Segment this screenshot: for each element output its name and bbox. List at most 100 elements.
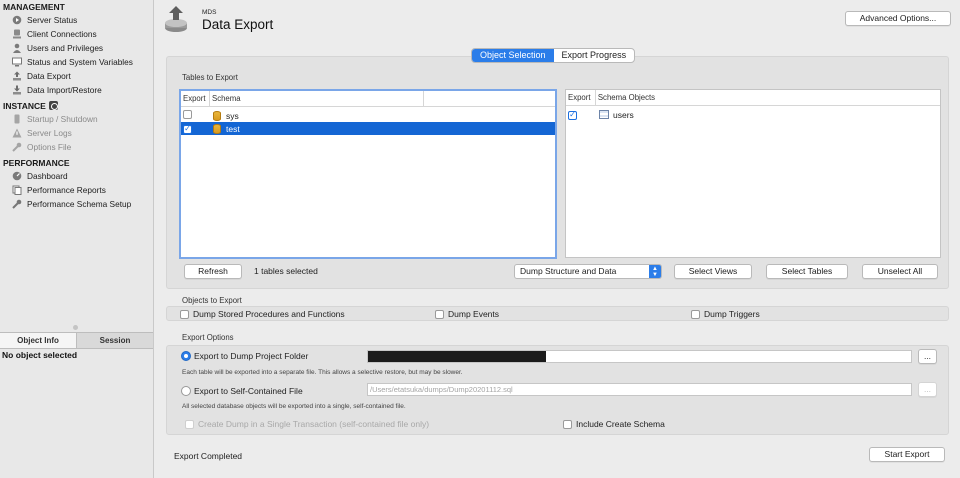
- navigator-sidebar: MANAGEMENT Server Status Client Connecti…: [0, 0, 154, 478]
- nav-performance-reports-label: Performance Reports: [27, 185, 106, 195]
- connection-name: MDS: [202, 9, 217, 16]
- include-create-schema-label: Include Create Schema: [576, 419, 665, 429]
- export-to-file-option[interactable]: Export to Self-Contained File: [181, 386, 303, 396]
- dump-stored-procs-checkbox[interactable]: [180, 309, 189, 319]
- col-export[interactable]: Export: [181, 91, 210, 106]
- unselect-all-button[interactable]: Unselect All: [862, 264, 938, 279]
- data-export-panel: MDS Data Export Advanced Options... Obje…: [155, 0, 960, 478]
- wrench-icon: [12, 142, 22, 152]
- schema-sys-checkbox[interactable]: [183, 110, 192, 119]
- dump-file-path-field[interactable]: /Users/etatsuka/dumps/Dump20201112.sql: [367, 383, 912, 396]
- nav-client-connections[interactable]: Client Connections: [0, 27, 153, 41]
- warning-icon: [12, 128, 22, 138]
- nav-server-logs-label: Server Logs: [27, 128, 72, 138]
- single-transaction-checkbox[interactable]: [185, 419, 194, 429]
- col-export[interactable]: Export: [566, 90, 596, 105]
- dump-triggers-checkbox[interactable]: [691, 309, 700, 319]
- instance-header: INSTANCE: [0, 100, 153, 112]
- nav-data-export[interactable]: Data Export: [0, 69, 153, 83]
- tab-object-info[interactable]: Object Info: [0, 333, 77, 348]
- export-status-text: Export Completed: [174, 451, 243, 461]
- dump-mode-select[interactable]: Dump Structure and Data ▲ ▼: [514, 264, 662, 279]
- tab-export-progress[interactable]: Export Progress: [554, 49, 635, 62]
- nav-users-privileges-label: Users and Privileges: [27, 43, 104, 53]
- nav-data-import-label: Data Import/Restore: [27, 85, 102, 95]
- col-schema-objects[interactable]: Schema Objects: [596, 90, 940, 105]
- schema-name: sys: [226, 110, 239, 121]
- dump-events-option[interactable]: Dump Events: [435, 309, 499, 319]
- include-create-schema-option[interactable]: Include Create Schema: [563, 419, 665, 429]
- schema-setup-icon: [12, 199, 22, 209]
- sidebar-info-tabs: Object Info Session: [0, 332, 153, 349]
- schema-table-header: Export Schema: [181, 91, 555, 107]
- col-schema[interactable]: Schema: [210, 91, 424, 106]
- instance-title: INSTANCE: [3, 101, 46, 111]
- tab-object-selection[interactable]: Object Selection: [472, 49, 554, 62]
- nav-users-privileges[interactable]: Users and Privileges: [0, 41, 153, 55]
- nav-performance-schema-setup[interactable]: Performance Schema Setup: [0, 197, 153, 211]
- dump-stored-procs-label: Dump Stored Procedures and Functions: [193, 309, 345, 319]
- start-export-button[interactable]: Start Export: [869, 447, 945, 462]
- nav-status-variables[interactable]: Status and System Variables: [0, 55, 153, 69]
- export-to-folder-radio[interactable]: [181, 351, 191, 361]
- redacted-path: [368, 351, 546, 362]
- nav-startup-shutdown[interactable]: Startup / Shutdown: [0, 112, 153, 126]
- refresh-button[interactable]: Refresh: [184, 264, 242, 279]
- schema-test-checkbox[interactable]: ✓: [183, 124, 192, 134]
- tab-session[interactable]: Session: [77, 333, 153, 348]
- sidebar-splitter-handle[interactable]: [73, 325, 78, 330]
- nav-server-logs[interactable]: Server Logs: [0, 126, 153, 140]
- browse-folder-button[interactable]: ...: [918, 349, 937, 364]
- schema-name: test: [226, 123, 240, 134]
- objects-to-export-label: Objects to Export: [182, 296, 242, 305]
- nav-data-import[interactable]: Data Import/Restore: [0, 83, 153, 97]
- nav-dashboard-label: Dashboard: [27, 171, 68, 181]
- include-create-schema-checkbox[interactable]: [563, 419, 572, 429]
- nav-performance-reports[interactable]: Performance Reports: [0, 183, 153, 197]
- instance-status-icon: [48, 101, 58, 110]
- nav-server-status-label: Server Status: [27, 15, 78, 25]
- nav-data-export-label: Data Export: [27, 71, 71, 81]
- select-tables-button[interactable]: Select Tables: [766, 264, 848, 279]
- select-views-button[interactable]: Select Views: [674, 264, 752, 279]
- schema-objects-table[interactable]: Export Schema Objects ✓ users: [565, 89, 941, 258]
- table-icon: [599, 110, 609, 119]
- schema-row-test[interactable]: ✓ test: [181, 122, 555, 135]
- monitor-icon: [12, 57, 22, 67]
- nav-server-status[interactable]: Server Status: [0, 13, 153, 27]
- dump-stored-procs-option[interactable]: Dump Stored Procedures and Functions: [180, 309, 345, 319]
- schema-table[interactable]: Export Schema sys ✓ test: [179, 89, 557, 259]
- dump-triggers-label: Dump Triggers: [704, 309, 760, 319]
- dashboard-icon: [12, 171, 22, 181]
- advanced-options-button[interactable]: Advanced Options...: [845, 11, 951, 26]
- nav-client-connections-label: Client Connections: [27, 29, 97, 39]
- nav-startup-shutdown-label: Startup / Shutdown: [27, 114, 98, 124]
- client-connections-icon: [12, 29, 22, 39]
- dump-mode-value: Dump Structure and Data: [520, 266, 617, 276]
- schema-row-sys[interactable]: sys: [181, 109, 555, 122]
- dump-file-path-value: /Users/etatsuka/dumps/Dump20201112.sql: [370, 385, 513, 394]
- dump-folder-path-field[interactable]: [367, 350, 912, 363]
- object-name: users: [613, 109, 634, 120]
- export-to-folder-option[interactable]: Export to Dump Project Folder: [181, 351, 308, 361]
- single-transaction-option[interactable]: Create Dump in a Single Transaction (sel…: [185, 419, 429, 429]
- object-info-text: No object selected: [2, 350, 78, 360]
- object-users-checkbox[interactable]: ✓: [568, 110, 577, 120]
- export-to-file-radio[interactable]: [181, 386, 191, 396]
- folder-hint: Each table will be exported into a separ…: [182, 369, 463, 376]
- dump-triggers-option[interactable]: Dump Triggers: [691, 309, 760, 319]
- nav-options-file[interactable]: Options File: [0, 140, 153, 154]
- server-status-icon: [12, 15, 22, 25]
- single-transaction-label: Create Dump in a Single Transaction (sel…: [198, 419, 430, 429]
- nav-dashboard[interactable]: Dashboard: [0, 169, 153, 183]
- tables-selected-count: 1 tables selected: [254, 266, 318, 276]
- user-icon: [12, 43, 22, 53]
- database-icon: [213, 110, 221, 121]
- performance-header: PERFORMANCE: [3, 158, 70, 168]
- chevron-updown-icon: ▲ ▼: [649, 265, 661, 278]
- export-to-file-label: Export to Self-Contained File: [194, 386, 303, 396]
- dump-events-checkbox[interactable]: [435, 309, 444, 319]
- reports-icon: [12, 185, 22, 195]
- browse-file-button[interactable]: ...: [918, 382, 937, 397]
- object-row-users[interactable]: ✓ users: [566, 108, 940, 121]
